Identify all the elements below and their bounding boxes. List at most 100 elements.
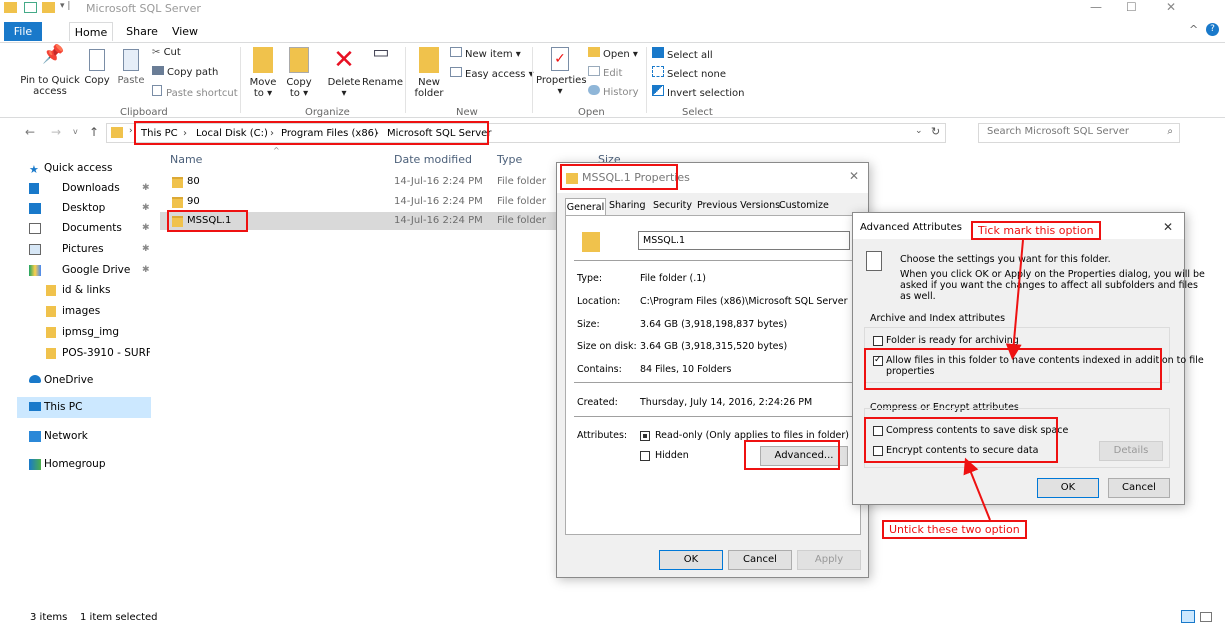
collapse-ribbon-icon[interactable]: ^: [1189, 23, 1198, 36]
close-window-button[interactable]: ✕: [1166, 0, 1176, 14]
nav-images[interactable]: images: [62, 305, 100, 317]
delete-button[interactable]: ✕ Delete ▾: [327, 47, 361, 99]
forward-icon[interactable]: →: [51, 125, 61, 139]
table-row[interactable]: 90 14-Jul-16 2:24 PM File folder: [160, 194, 560, 210]
nav-pos-3910[interactable]: POS-3910 - SURF H(: [62, 347, 150, 359]
column-type[interactable]: Type: [497, 153, 522, 166]
qat-dropdown-icon[interactable]: ▾ |: [60, 1, 70, 11]
homegroup-icon: [29, 459, 41, 470]
cut-button[interactable]: ✂ Cut: [152, 47, 181, 58]
copy-button[interactable]: Copy: [82, 49, 112, 86]
new-item-button[interactable]: New item ▾: [450, 47, 521, 60]
nav-this-pc[interactable]: This PC: [44, 401, 82, 413]
edit-button[interactable]: Edit: [588, 66, 622, 79]
properties-qat-icon[interactable]: [24, 2, 37, 13]
new-folder-label-1: New: [418, 77, 440, 88]
details-button[interactable]: Details: [1099, 441, 1163, 461]
up-icon[interactable]: ↑: [89, 125, 99, 139]
file-date: 14-Jul-16 2:24 PM: [394, 215, 483, 226]
paste-shortcut-button[interactable]: Paste shortcut: [152, 85, 238, 99]
history-button[interactable]: History: [588, 85, 639, 98]
paste-button[interactable]: Paste: [116, 49, 146, 86]
select-all-button[interactable]: Select all: [652, 47, 713, 61]
tab-previous-versions[interactable]: Previous Versions: [697, 200, 780, 211]
copy-to-label-2: to ▾: [289, 88, 309, 99]
paste-label: Paste: [117, 75, 145, 86]
close-icon[interactable]: ✕: [1163, 220, 1173, 234]
select-none-button[interactable]: Select none: [652, 66, 726, 80]
archiving-checkbox[interactable]: [873, 336, 883, 346]
nav-desktop[interactable]: Desktop: [62, 202, 105, 214]
nav-id-links[interactable]: id & links: [62, 284, 111, 296]
contains-value: 84 Files, 10 Folders: [640, 364, 732, 375]
file-name: 80: [187, 176, 200, 187]
annotation-highlight-compress-encrypt: [864, 417, 1058, 463]
table-row[interactable]: 80 14-Jul-16 2:24 PM File folder: [160, 174, 560, 190]
tab-general[interactable]: General: [565, 198, 606, 216]
properties-button[interactable]: ✓ Properties ▾: [536, 47, 587, 97]
paste-icon: [123, 49, 139, 71]
nav-homegroup[interactable]: Homegroup: [44, 458, 106, 470]
minimize-button[interactable]: —: [1090, 0, 1102, 14]
tab-file[interactable]: File: [4, 22, 42, 41]
sort-indicator-icon: ^: [273, 146, 280, 155]
recent-locations-icon[interactable]: v: [73, 127, 78, 136]
copy-to-button[interactable]: Copy to ▾: [284, 47, 314, 99]
tab-view[interactable]: View: [168, 22, 202, 41]
column-name[interactable]: Name: [170, 153, 202, 166]
rename-button[interactable]: ▭ Rename: [362, 44, 403, 89]
tab-share[interactable]: Share: [124, 22, 160, 41]
size-label: Size:: [577, 319, 600, 330]
tab-security[interactable]: Security: [653, 200, 692, 211]
tab-sharing[interactable]: Sharing: [609, 200, 645, 211]
details-view-icon[interactable]: [1181, 610, 1195, 623]
back-icon[interactable]: ←: [25, 125, 35, 139]
file-date: 14-Jul-16 2:24 PM: [394, 176, 483, 187]
readonly-checkbox[interactable]: [640, 431, 650, 441]
nav-ipmsg-img[interactable]: ipmsg_img: [62, 326, 119, 338]
select-none-icon: [652, 66, 664, 77]
ok-button[interactable]: OK: [1037, 478, 1099, 498]
search-input[interactable]: Search Microsoft SQL Server ⌕: [978, 123, 1180, 143]
invert-selection-button[interactable]: Invert selection: [652, 85, 745, 99]
properties-arrow: ▾: [557, 86, 563, 97]
move-to-button[interactable]: Move to ▾: [248, 47, 278, 99]
pin-quick-access-button[interactable]: 📌 Pin to Quick access: [20, 46, 80, 98]
new-folder-qat-icon[interactable]: [42, 2, 55, 13]
folder-icon: [46, 285, 56, 296]
large-icons-view-icon[interactable]: [1200, 612, 1212, 622]
attributes-label: Attributes:: [577, 430, 628, 441]
nav-documents[interactable]: Documents: [62, 222, 122, 234]
nav-pictures[interactable]: Pictures: [62, 243, 104, 255]
address-dropdown-icon[interactable]: ⌄: [915, 126, 923, 136]
history-icon: [588, 85, 600, 95]
tab-customize[interactable]: Customize: [779, 200, 829, 211]
scissors-icon: ✂: [152, 47, 164, 58]
help-icon[interactable]: ?: [1206, 23, 1219, 36]
nav-network[interactable]: Network: [44, 430, 88, 442]
google-drive-icon: [29, 265, 41, 276]
nav-google-drive[interactable]: Google Drive: [62, 264, 130, 276]
ok-button[interactable]: OK: [659, 550, 723, 570]
open-button[interactable]: Open ▾: [588, 47, 638, 60]
hidden-checkbox[interactable]: [640, 451, 650, 461]
nav-quick-access[interactable]: Quick access: [44, 162, 112, 174]
search-icon: ⌕: [1167, 126, 1173, 137]
advanced-intro: Choose the settings you want for this fo…: [900, 254, 1111, 265]
refresh-icon[interactable]: ↻: [931, 125, 940, 138]
copy-path-button[interactable]: Copy path: [152, 66, 218, 78]
close-icon[interactable]: ✕: [849, 169, 859, 183]
apply-button[interactable]: Apply: [797, 550, 861, 570]
new-folder-button[interactable]: New folder: [412, 47, 446, 99]
tab-home[interactable]: Home: [69, 22, 113, 41]
nav-downloads[interactable]: Downloads: [62, 182, 120, 194]
easy-access-button[interactable]: Easy access ▾: [450, 67, 534, 80]
folder-name-input[interactable]: MSSQL.1: [638, 231, 850, 250]
address-bar-row: ← → v ↑ › This PC › Local Disk (C:) › Pr…: [0, 120, 1225, 146]
annotation-highlight-title: [560, 164, 678, 190]
cancel-button[interactable]: Cancel: [728, 550, 792, 570]
cancel-button[interactable]: Cancel: [1108, 478, 1170, 498]
nav-onedrive[interactable]: OneDrive: [44, 374, 93, 386]
column-date[interactable]: Date modified: [394, 153, 472, 166]
maximize-button[interactable]: ☐: [1126, 0, 1137, 14]
